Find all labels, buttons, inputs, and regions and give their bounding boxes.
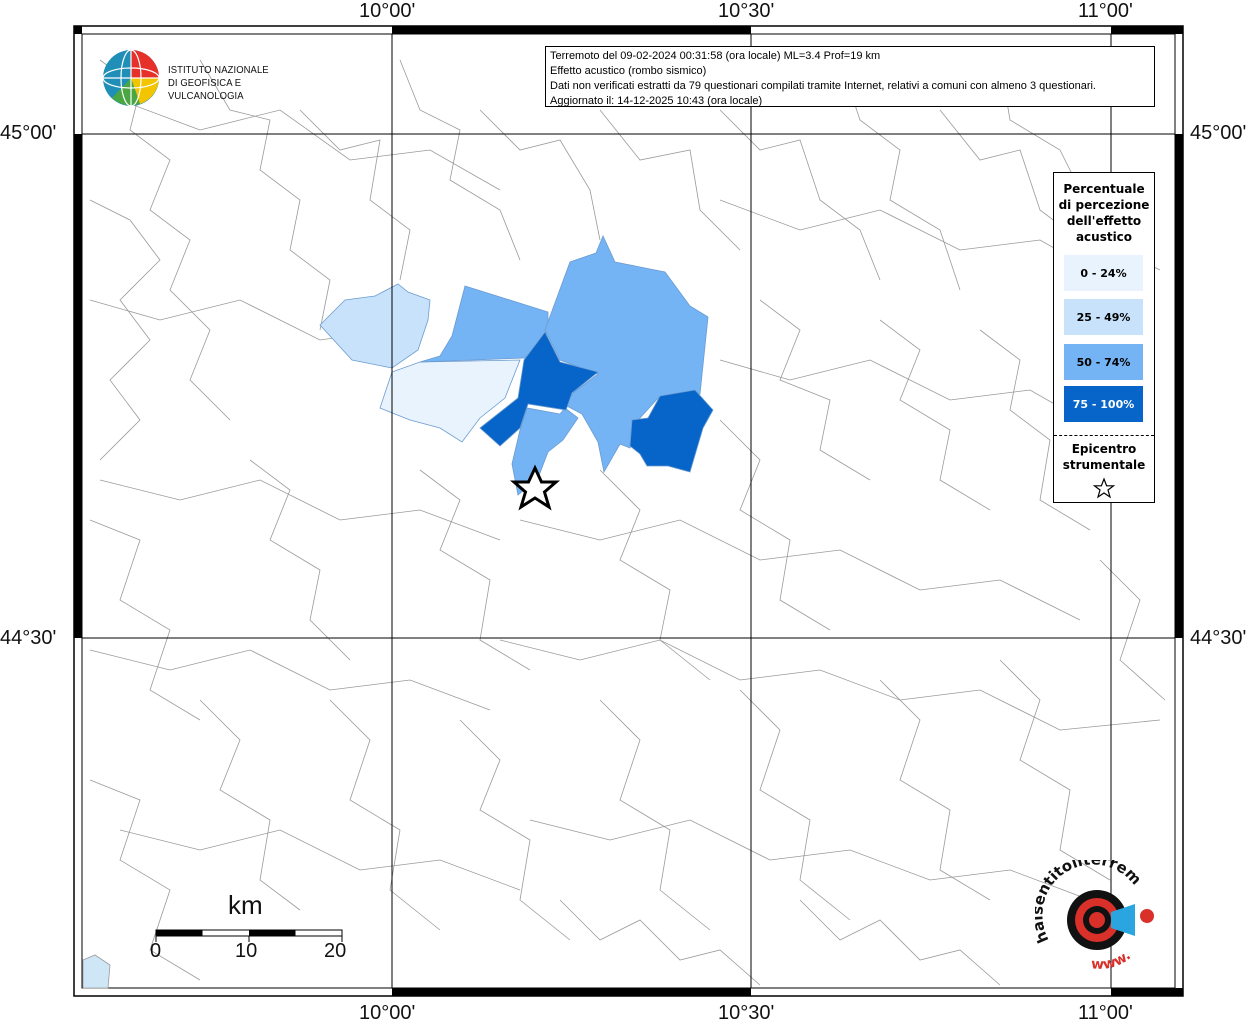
event-info-line: Effetto acustico (rombo sismico) [550,65,707,77]
frame-bands [74,26,1183,996]
lon-label-10-30-top: 10°30' [718,0,775,22]
legend-swatch-75-100: 75 - 100% [1064,386,1143,422]
lat-label-45-00-right: 45°00' [1190,122,1247,144]
legend-star-icon [1092,477,1116,499]
legend-swatch-0-24: 0 - 24% [1064,255,1143,291]
haisentito-logo-icon: haisentitoilterremoto.it www. [1028,846,1154,973]
legend-title-line: Percentuale [1063,182,1145,196]
event-info-box: Terremoto del 09-02-2024 00:31:58 (ora l… [545,46,1155,107]
ingv-name-line1: ISTITUTO NAZIONALE [168,64,269,76]
lat-label-45-00-left: 45°00' [0,122,57,144]
lat-label-44-30-left: 44°30' [0,627,57,649]
scale-tick-0: 0 [150,940,162,962]
haisentito-www: www. [1091,948,1134,973]
municipal-borders [89,59,1166,986]
legend-epicenter-line: Epicentro [1071,442,1137,456]
legend-title: Percentuale di percezione dell'effetto a… [1054,181,1154,245]
legend-swatch-25-49: 25 - 49% [1064,299,1143,335]
lon-label-10-00-bottom: 10°00' [359,1002,416,1024]
ingv-name: ISTITUTO NAZIONALE DI GEOFISICA E VULCAN… [168,64,305,103]
svg-text:www.: www. [1091,948,1134,973]
lat-label-44-30-right: 44°30' [1190,627,1247,649]
lon-label-10-30-bottom: 10°30' [718,1002,775,1024]
scale-bar: km 0 10 20 [150,890,360,970]
haisentito-logo[interactable]: haisentitoilterremoto.it www. [1028,846,1165,980]
ingv-name-line2: DI GEOFISICA E VULCANOLOGIA [168,77,244,102]
legend-swatch-50-74: 50 - 74% [1064,344,1143,380]
legend-title-line: dell'effetto [1066,214,1142,228]
legend-epicenter-line: strumentale [1062,458,1146,472]
scale-tick-10: 10 [235,940,258,962]
legend-title-line: acustico [1075,230,1133,244]
lon-label-11-00-top: 11°00' [1078,0,1133,22]
area-25-49 [319,283,431,369]
legend-title-line: di percezione [1058,198,1150,212]
area-50-74-west [419,285,549,363]
map-inner-frame [81,33,1176,989]
legend: Percentuale di percezione dell'effetto a… [1053,172,1155,503]
event-info-line: Dati non verificati estratti da 79 quest… [550,80,1096,92]
ingv-logo[interactable]: ISTITUTO NAZIONALE DI GEOFISICA E VULCAN… [100,48,320,108]
ingv-globe-icon [102,49,160,107]
lon-label-11-00-bottom: 11°00' [1078,1002,1133,1024]
lon-label-10-00-top: 10°00' [359,0,416,22]
event-info-line: Terremoto del 09-02-2024 00:31:58 (ora l… [550,50,881,62]
sea-area [82,954,111,989]
map-outer-frame [73,25,1184,997]
intensity-areas [319,235,714,496]
legend-epicenter-title: Epicentro strumentale [1054,441,1154,473]
graticule [82,34,1175,988]
event-info-line: Aggiornato il: 14-12-2025 10:43 (ora loc… [550,95,763,107]
scale-tick-20: 20 [324,940,347,962]
legend-separator [1054,435,1154,436]
